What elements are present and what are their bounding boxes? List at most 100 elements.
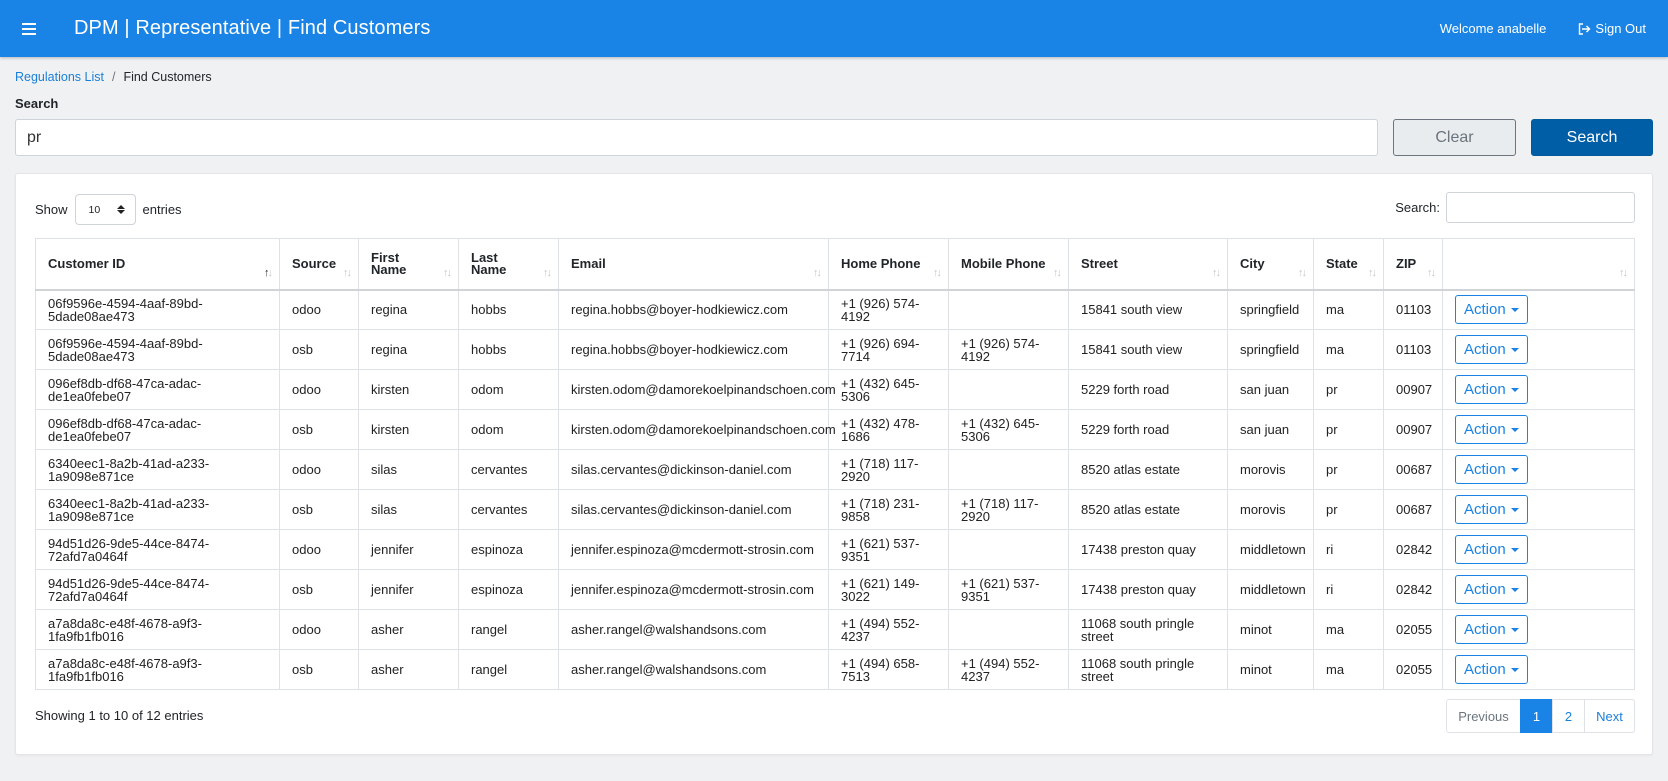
column-header-first[interactable]: First Name ↑↓	[358, 238, 459, 291]
cell-action: Action	[1442, 409, 1635, 450]
cell-city: springfield	[1227, 289, 1314, 330]
sort-icon: ↑↓	[1298, 266, 1307, 279]
welcome-text: Welcome anabelle	[1439, 21, 1547, 36]
cell-city: morovis	[1227, 449, 1314, 490]
cell-street: 8520 atlas estate	[1068, 489, 1228, 530]
cell-email[interactable]: jennifer.espinoza@mcdermott-strosin.com	[558, 529, 829, 570]
action-label: Action	[1464, 541, 1506, 558]
column-header-label: Mobile Phone	[961, 255, 1046, 271]
cell-zip: 00687	[1383, 449, 1443, 490]
table-filter-input[interactable]	[1446, 192, 1635, 223]
column-header-city[interactable]: City ↑↓	[1227, 238, 1314, 291]
cell-state: ma	[1313, 649, 1384, 690]
column-header-id[interactable]: Customer ID ↑↓	[35, 238, 280, 291]
cell-email[interactable]: jennifer.espinoza@mcdermott-strosin.com	[558, 569, 829, 610]
row-action-button[interactable]: Action	[1455, 375, 1528, 404]
sort-icon: ↑↓	[343, 266, 352, 279]
cell-first: silas	[358, 489, 459, 530]
cell-home: +1 (718) 231-9858	[828, 489, 949, 530]
cell-mobile: +1 (926) 574-4192	[948, 329, 1069, 370]
cell-street: 17438 preston quay	[1068, 569, 1228, 610]
cell-home: +1 (926) 694-7714	[828, 329, 949, 370]
cell-first: kirsten	[358, 409, 459, 450]
row-action-button[interactable]: Action	[1455, 615, 1528, 644]
cell-action: Action	[1442, 449, 1635, 490]
table-row: 096ef8db-df68-47ca-adac-de1ea0febe07 osb k…	[35, 409, 1635, 450]
breadcrumb-link-regulations[interactable]: Regulations List	[15, 70, 104, 84]
pagination-previous[interactable]: Previous	[1446, 699, 1521, 733]
cell-action: Action	[1442, 289, 1635, 330]
row-action-button[interactable]: Action	[1455, 495, 1528, 524]
cell-email[interactable]: silas.cervantes@dickinson-daniel.com	[558, 489, 829, 530]
sign-out-link[interactable]: Sign Out	[1578, 21, 1646, 36]
cell-first: regina	[358, 329, 459, 370]
select-arrows-icon	[116, 205, 125, 214]
cell-first: regina	[358, 289, 459, 330]
row-action-button[interactable]: Action	[1455, 455, 1528, 484]
cell-city: springfield	[1227, 329, 1314, 370]
action-label: Action	[1464, 581, 1506, 598]
cell-email[interactable]: regina.hobbs@boyer-hodkiewicz.com	[558, 289, 829, 330]
cell-street: 17438 preston quay	[1068, 529, 1228, 570]
hamburger-menu-icon[interactable]	[22, 22, 36, 35]
search-button[interactable]: Search	[1531, 119, 1653, 156]
cell-home: +1 (494) 552-4237	[828, 609, 949, 650]
cell-state: pr	[1313, 489, 1384, 530]
column-header-street[interactable]: Street ↑↓	[1068, 238, 1228, 291]
entries-length-select[interactable]: 10	[74, 194, 136, 225]
clear-button[interactable]: Clear	[1393, 119, 1516, 156]
cell-id: a7a8da8c-e48f-4678-a9f3-1fa9fb1fb016	[35, 609, 280, 650]
cell-email[interactable]: kirsten.odom@damorekoelpinandschoen.com	[558, 409, 836, 450]
cell-email[interactable]: regina.hobbs@boyer-hodkiewicz.com	[558, 329, 829, 370]
column-header-state[interactable]: State ↑↓	[1313, 238, 1384, 291]
cell-email[interactable]: kirsten.odom@damorekoelpinandschoen.com	[558, 369, 836, 410]
cell-street: 15841 south view	[1068, 289, 1228, 330]
row-action-button[interactable]: Action	[1455, 335, 1528, 364]
entries-length-control: Show 10 entries	[35, 194, 182, 225]
cell-email[interactable]: asher.rangel@walshandsons.com	[558, 609, 829, 650]
cell-email[interactable]: asher.rangel@walshandsons.com	[558, 649, 829, 690]
sort-icon: ↑↓	[1368, 266, 1377, 279]
cell-zip: 02842	[1383, 569, 1443, 610]
cell-zip: 01103	[1383, 329, 1443, 370]
cell-last: cervantes	[458, 489, 559, 530]
cell-last: rangel	[458, 609, 559, 650]
cell-action: Action	[1442, 529, 1635, 570]
cell-mobile	[948, 529, 1069, 570]
cell-street: 5229 forth road	[1068, 369, 1228, 410]
cell-state: pr	[1313, 369, 1384, 410]
pagination-page-2[interactable]: 2	[1552, 699, 1585, 733]
cell-id: 94d51d26-9de5-44ce-8474-72afd7a0464f	[35, 569, 280, 610]
cell-source: odoo	[279, 449, 359, 490]
row-action-button[interactable]: Action	[1455, 415, 1528, 444]
table-row: 06f9596e-4594-4aaf-89bd-5dade08ae473 odoo…	[35, 289, 1635, 330]
row-action-button[interactable]: Action	[1455, 655, 1528, 684]
results-card: Show 10 entries Search: Customer ID ↑↓ Sou…	[15, 173, 1653, 755]
search-label: Search	[15, 96, 59, 111]
column-header-home[interactable]: Home Phone ↑↓	[828, 238, 949, 291]
column-header-zip[interactable]: ZIP ↑↓	[1383, 238, 1443, 291]
caret-down-icon	[1510, 507, 1519, 512]
cell-source: odoo	[279, 369, 359, 410]
cell-source: osb	[279, 489, 359, 530]
table-row: 096ef8db-df68-47ca-adac-de1ea0febe07 odoo…	[35, 369, 1635, 410]
cell-email[interactable]: silas.cervantes@dickinson-daniel.com	[558, 449, 829, 490]
search-input[interactable]	[15, 119, 1378, 156]
cell-state: pr	[1313, 409, 1384, 450]
table-row: 6340eec1-8a2b-41ad-a233-1a9098e871ce osb s…	[35, 489, 1635, 530]
action-label: Action	[1464, 501, 1506, 518]
row-action-button[interactable]: Action	[1455, 295, 1528, 325]
row-action-button[interactable]: Action	[1455, 575, 1528, 604]
cell-street: 5229 forth road	[1068, 409, 1228, 450]
cell-home: +1 (621) 149-3022	[828, 569, 949, 610]
column-header-mobile[interactable]: Mobile Phone ↑↓	[948, 238, 1069, 291]
column-header-last[interactable]: Last Name ↑↓	[458, 238, 559, 291]
pagination-page-1[interactable]: 1	[1520, 699, 1553, 733]
cell-state: ri	[1313, 569, 1384, 610]
sort-icon: ↑↓	[1619, 266, 1628, 279]
column-header-action[interactable]: ↑↓	[1442, 238, 1635, 291]
row-action-button[interactable]: Action	[1455, 535, 1528, 564]
pagination-next[interactable]: Next	[1584, 699, 1635, 733]
column-header-source[interactable]: Source ↑↓	[279, 238, 359, 291]
column-header-email[interactable]: Email ↑↓	[558, 238, 829, 291]
